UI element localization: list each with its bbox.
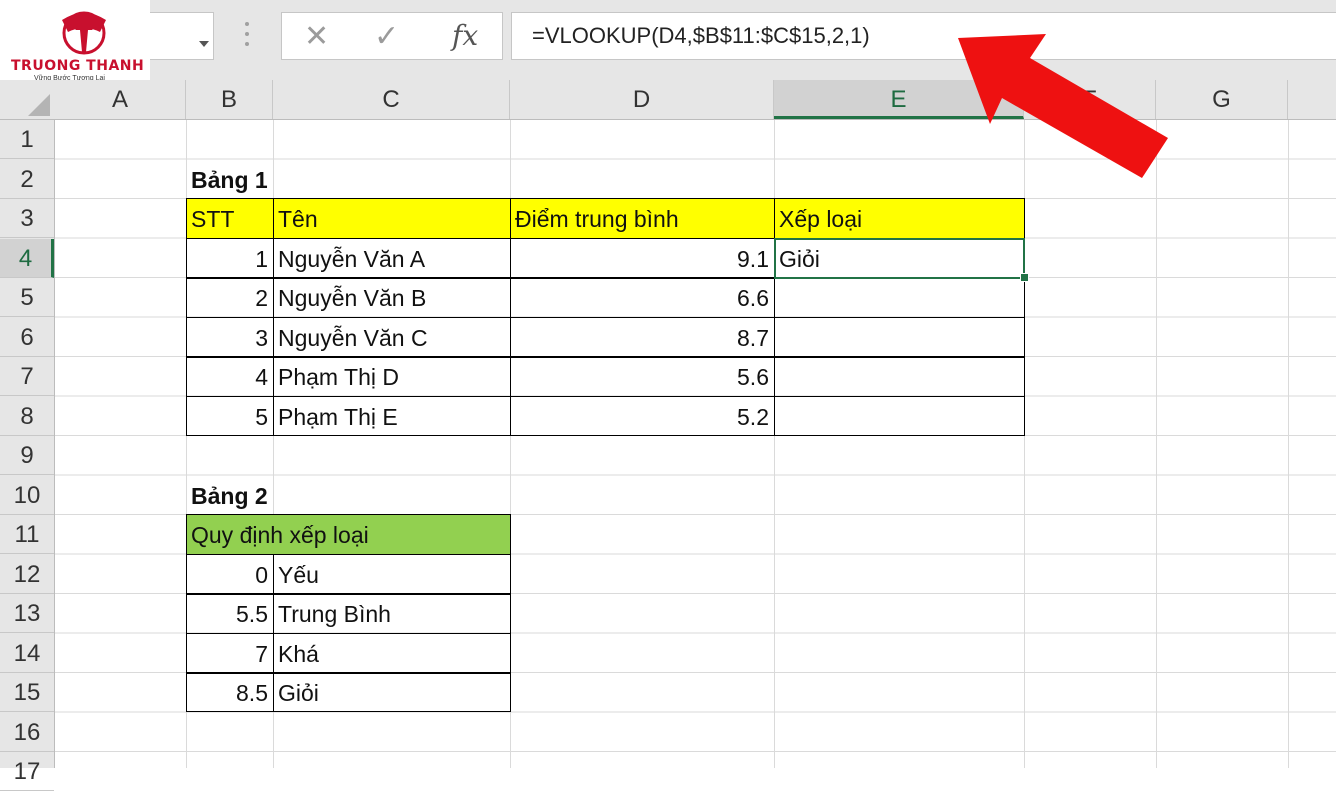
row-header-14[interactable]: 14: [0, 634, 54, 673]
column-header-f[interactable]: F: [1024, 80, 1156, 119]
name-box-dropdown-icon[interactable]: [199, 41, 209, 47]
table2-divider: [186, 593, 511, 595]
row-header-10[interactable]: 10: [0, 476, 54, 515]
row-header-5[interactable]: 5: [0, 278, 54, 317]
row-header-4[interactable]: 4: [0, 238, 54, 278]
formula-text: =VLOOKUP(D4,$B$11:$C$15,2,1): [532, 23, 870, 48]
fill-handle[interactable]: [1020, 273, 1029, 282]
cancel-icon[interactable]: ✕: [304, 19, 329, 54]
row-header-7[interactable]: 7: [0, 357, 54, 396]
truong-thanh-logo: TRUONG THANH Vững Bước Tương Lai: [0, 0, 150, 91]
logo-emblem-icon: [62, 11, 106, 55]
formula-buttons: ✕ ✓ fx: [281, 12, 503, 60]
row-header-13[interactable]: 13: [0, 594, 54, 633]
column-header-e[interactable]: E: [774, 80, 1024, 119]
column-header-g[interactable]: G: [1156, 80, 1288, 119]
row-header-3[interactable]: 3: [0, 199, 54, 238]
row-header-11[interactable]: 11: [0, 515, 54, 554]
table1-divider: [186, 395, 1025, 397]
table1-divider: [186, 356, 1025, 358]
row-header-2[interactable]: 2: [0, 160, 54, 199]
table2-divider: [186, 632, 511, 634]
row-headers: 1 2 3 4 5 6 7 8 9 10 11 12 13 14 15 16 1…: [0, 120, 55, 791]
table1-divider: [186, 316, 1025, 318]
column-header-c[interactable]: C: [273, 80, 510, 119]
logo-name: TRUONG THANH: [11, 58, 145, 74]
table1-title[interactable]: Bảng 1: [186, 160, 386, 200]
column-header-b[interactable]: B: [186, 80, 273, 119]
column-header-a[interactable]: A: [55, 80, 186, 119]
worksheet-grid[interactable]: Bảng 1 STT Tên Điểm trung bình Xếp loại …: [55, 120, 1336, 768]
row-header-9[interactable]: 9: [0, 436, 54, 475]
row-header-12[interactable]: 12: [0, 555, 54, 594]
row-header-17[interactable]: 17: [0, 752, 54, 791]
formula-bar-area: E4 ✕ ✓ fx =VLOOKUP(D4,$B$11:$C$15,2,1): [0, 0, 1336, 80]
insert-function-icon[interactable]: fx: [452, 19, 478, 52]
table2-border: [186, 514, 511, 712]
row-header-1[interactable]: 1: [0, 120, 54, 159]
select-all-corner-icon[interactable]: [0, 80, 55, 120]
resize-grip-icon[interactable]: [244, 22, 250, 52]
column-headers: A B C D E F G: [0, 80, 1336, 120]
row-header-6[interactable]: 6: [0, 318, 54, 357]
table2-divider: [186, 553, 511, 555]
column-header-d[interactable]: D: [510, 80, 774, 119]
enter-icon[interactable]: ✓: [374, 19, 399, 54]
row-header-8[interactable]: 8: [0, 397, 54, 436]
table2-divider: [186, 672, 511, 674]
row-header-16[interactable]: 16: [0, 713, 54, 752]
formula-input[interactable]: =VLOOKUP(D4,$B$11:$C$15,2,1): [511, 12, 1336, 60]
row-header-15[interactable]: 15: [0, 673, 54, 712]
active-cell-outline: [774, 237, 1025, 279]
table2-title[interactable]: Bảng 2: [186, 476, 386, 516]
